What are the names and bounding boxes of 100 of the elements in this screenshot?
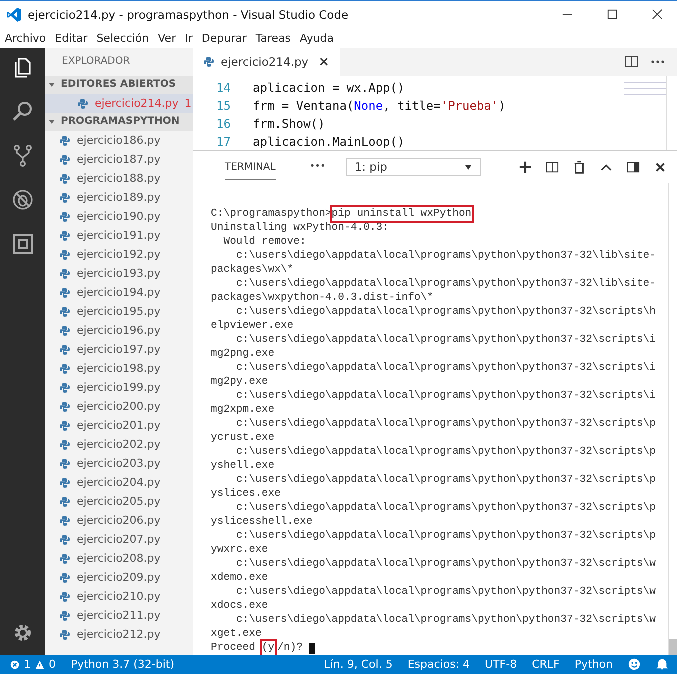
file-item[interactable]: ejercicio196.py	[45, 321, 193, 340]
file-item[interactable]: ejercicio211.py	[45, 606, 193, 625]
language-status[interactable]: Python	[574, 658, 613, 671]
plus-icon[interactable]	[519, 160, 532, 174]
file-item[interactable]: ejercicio187.py	[45, 150, 193, 169]
line-number: 16	[216, 117, 231, 131]
file-item[interactable]: ejercicio195.py	[45, 302, 193, 321]
bell-icon[interactable]	[656, 658, 669, 671]
terminal-text: ywxrc.exe	[211, 543, 268, 557]
indentation-status[interactable]: Espacios: 4	[408, 658, 470, 671]
python-file-icon	[59, 306, 71, 318]
terminal-dropdown[interactable]: 1: pip	[346, 158, 481, 176]
terminal-text: elpviewer.exe	[211, 319, 294, 333]
line-ending-status[interactable]: CRLF	[532, 658, 560, 671]
terminal-text: c:\users\diego\appdata\local\programs\python\python37-32\scripts\w	[235, 613, 656, 627]
python-file-icon	[59, 382, 71, 394]
python-file-icon	[59, 590, 71, 602]
terminal-text: xget.exe	[211, 627, 262, 641]
panel-layout-icon[interactable]	[627, 160, 640, 174]
python-file-icon	[59, 230, 71, 242]
close-icon[interactable]	[652, 9, 663, 20]
terminal-text: Proceed	[211, 641, 257, 655]
file-item[interactable]: ejercicio197.py	[45, 340, 193, 359]
terminal-text: c:\users\diego\appdata\local\programs\python\python37-32\scripts\w	[235, 557, 656, 571]
terminal-text: yslices.exe	[211, 487, 281, 501]
python-file-icon	[59, 458, 71, 470]
trash-icon[interactable]	[573, 160, 586, 174]
terminal-text: mg2png.exe	[211, 347, 275, 361]
highlighted-text: (y	[262, 641, 275, 655]
terminal-tab[interactable]: TERMINAL	[225, 154, 276, 180]
menu-item[interactable]: Ayuda	[300, 32, 334, 44]
file-item[interactable]: ejercicio193.py	[45, 264, 193, 283]
menu-item[interactable]: Editar	[55, 32, 88, 44]
file-item[interactable]: ejercicio190.py	[45, 207, 193, 226]
terminal-text: c:\users\diego\appdata\local\programs\python\python37-32\lib\site-	[235, 249, 656, 263]
code-line: frm.Show()	[253, 117, 326, 131]
maximize-icon[interactable]	[607, 9, 618, 20]
terminal-text: yshell.exe	[211, 459, 275, 473]
editor-tab[interactable]: ejercicio214.py ×	[193, 48, 340, 76]
terminal-text: xdocs.exe	[211, 599, 268, 613]
cursor-position[interactable]: Lín. 9, Col. 5	[324, 658, 393, 671]
smiley-icon[interactable]	[628, 658, 641, 671]
file-item[interactable]: ejercicio203.py	[45, 454, 193, 473]
window-title: ejercicio214.py - programaspython - Visual Studio Code	[28, 8, 349, 22]
file-item[interactable]: ejercicio210.py	[45, 587, 193, 606]
file-item[interactable]: ejercicio201.py	[45, 416, 193, 435]
terminal-text: c:\users\diego\appdata\local\programs\python\python37-32\scripts\p	[235, 529, 656, 543]
bug-icon[interactable]	[10, 188, 34, 212]
problems-status[interactable]: 1 0	[10, 658, 56, 671]
file-item[interactable]: ejercicio194.py	[45, 283, 193, 302]
terminal-text: c:\users\diego\appdata\local\programs\python\python37-32\scripts\i	[235, 333, 656, 347]
section-header[interactable]: PROGRAMASPYTHON	[45, 113, 193, 131]
terminal-text: mg2xpm.exe	[211, 403, 275, 417]
python-file-icon	[59, 514, 71, 526]
menu-item[interactable]: Depurar	[202, 32, 247, 44]
interpreter-status[interactable]: Python 3.7 (32-bit)	[71, 658, 175, 671]
menu-item[interactable]: Ver	[158, 32, 176, 44]
file-item[interactable]: ejercicio209.py	[45, 568, 193, 587]
file-item[interactable]: ejercicio200.py	[45, 397, 193, 416]
file-item[interactable]: ejercicio204.py	[45, 473, 193, 492]
menu-item[interactable]: Tareas	[256, 32, 292, 44]
close-icon[interactable]	[654, 160, 667, 174]
error-icon	[10, 660, 20, 670]
terminal-text: packages\wx\*	[211, 263, 294, 277]
terminal-text: packages\wxpython-4.0.3.dist-info\*	[211, 291, 434, 305]
python-file-icon	[59, 572, 71, 584]
line-number: 15	[216, 99, 231, 113]
menu-item[interactable]: Selección	[96, 32, 150, 44]
section-header[interactable]: EDITORES ABIERTOS	[45, 76, 193, 94]
python-file-icon	[59, 268, 71, 280]
split-terminal-icon[interactable]	[546, 160, 559, 174]
more-button[interactable]: •••	[310, 162, 326, 172]
terminal-text: Uninstalling wxPython-4.0.3:	[211, 221, 390, 235]
code-line: aplicacion = wx.App()	[253, 81, 405, 95]
terminal-text: Would remove:	[222, 235, 306, 249]
file-item[interactable]: ejercicio191.py	[45, 226, 193, 245]
scrollbar-thumb[interactable]	[669, 639, 677, 655]
code-line: frm = Ventana(None, title='Prueba')	[253, 99, 506, 113]
file-item[interactable]: ejercicio207.py	[45, 530, 193, 549]
file-item[interactable]: ejercicio205.py	[45, 492, 193, 511]
highlighted-text: pip uninstall wxPython	[332, 207, 472, 221]
file-item[interactable]: ejercicio212.py	[45, 625, 193, 644]
file-item[interactable]: ejercicio192.py	[45, 245, 193, 264]
file-item[interactable]: ejercicio186.py	[45, 131, 193, 150]
terminal-text: c:\users\diego\appdata\local\programs\python\python37-32\scripts\h	[235, 305, 656, 319]
file-item[interactable]: ejercicio206.py	[45, 511, 193, 530]
menu-item[interactable]: Archivo	[5, 32, 46, 44]
file-item[interactable]: ejercicio198.py	[45, 359, 193, 378]
python-file-icon	[59, 286, 71, 298]
encoding-status[interactable]: UTF-8	[485, 658, 518, 671]
split-editor-icon[interactable]	[625, 55, 639, 69]
file-item[interactable]: ejercicio208.py	[45, 549, 193, 568]
file-item[interactable]: ejercicio188.py	[45, 169, 193, 188]
file-item[interactable]: ejercicio202.py	[45, 435, 193, 454]
line-number: 17	[216, 135, 231, 149]
file-item[interactable]: ejercicio189.py	[45, 188, 193, 207]
menu-item[interactable]: Ir	[185, 32, 193, 44]
extensions-icon[interactable]	[10, 232, 34, 256]
file-item[interactable]: ejercicio199.py	[45, 378, 193, 397]
terminal-text: mg2py.exe	[211, 375, 268, 389]
